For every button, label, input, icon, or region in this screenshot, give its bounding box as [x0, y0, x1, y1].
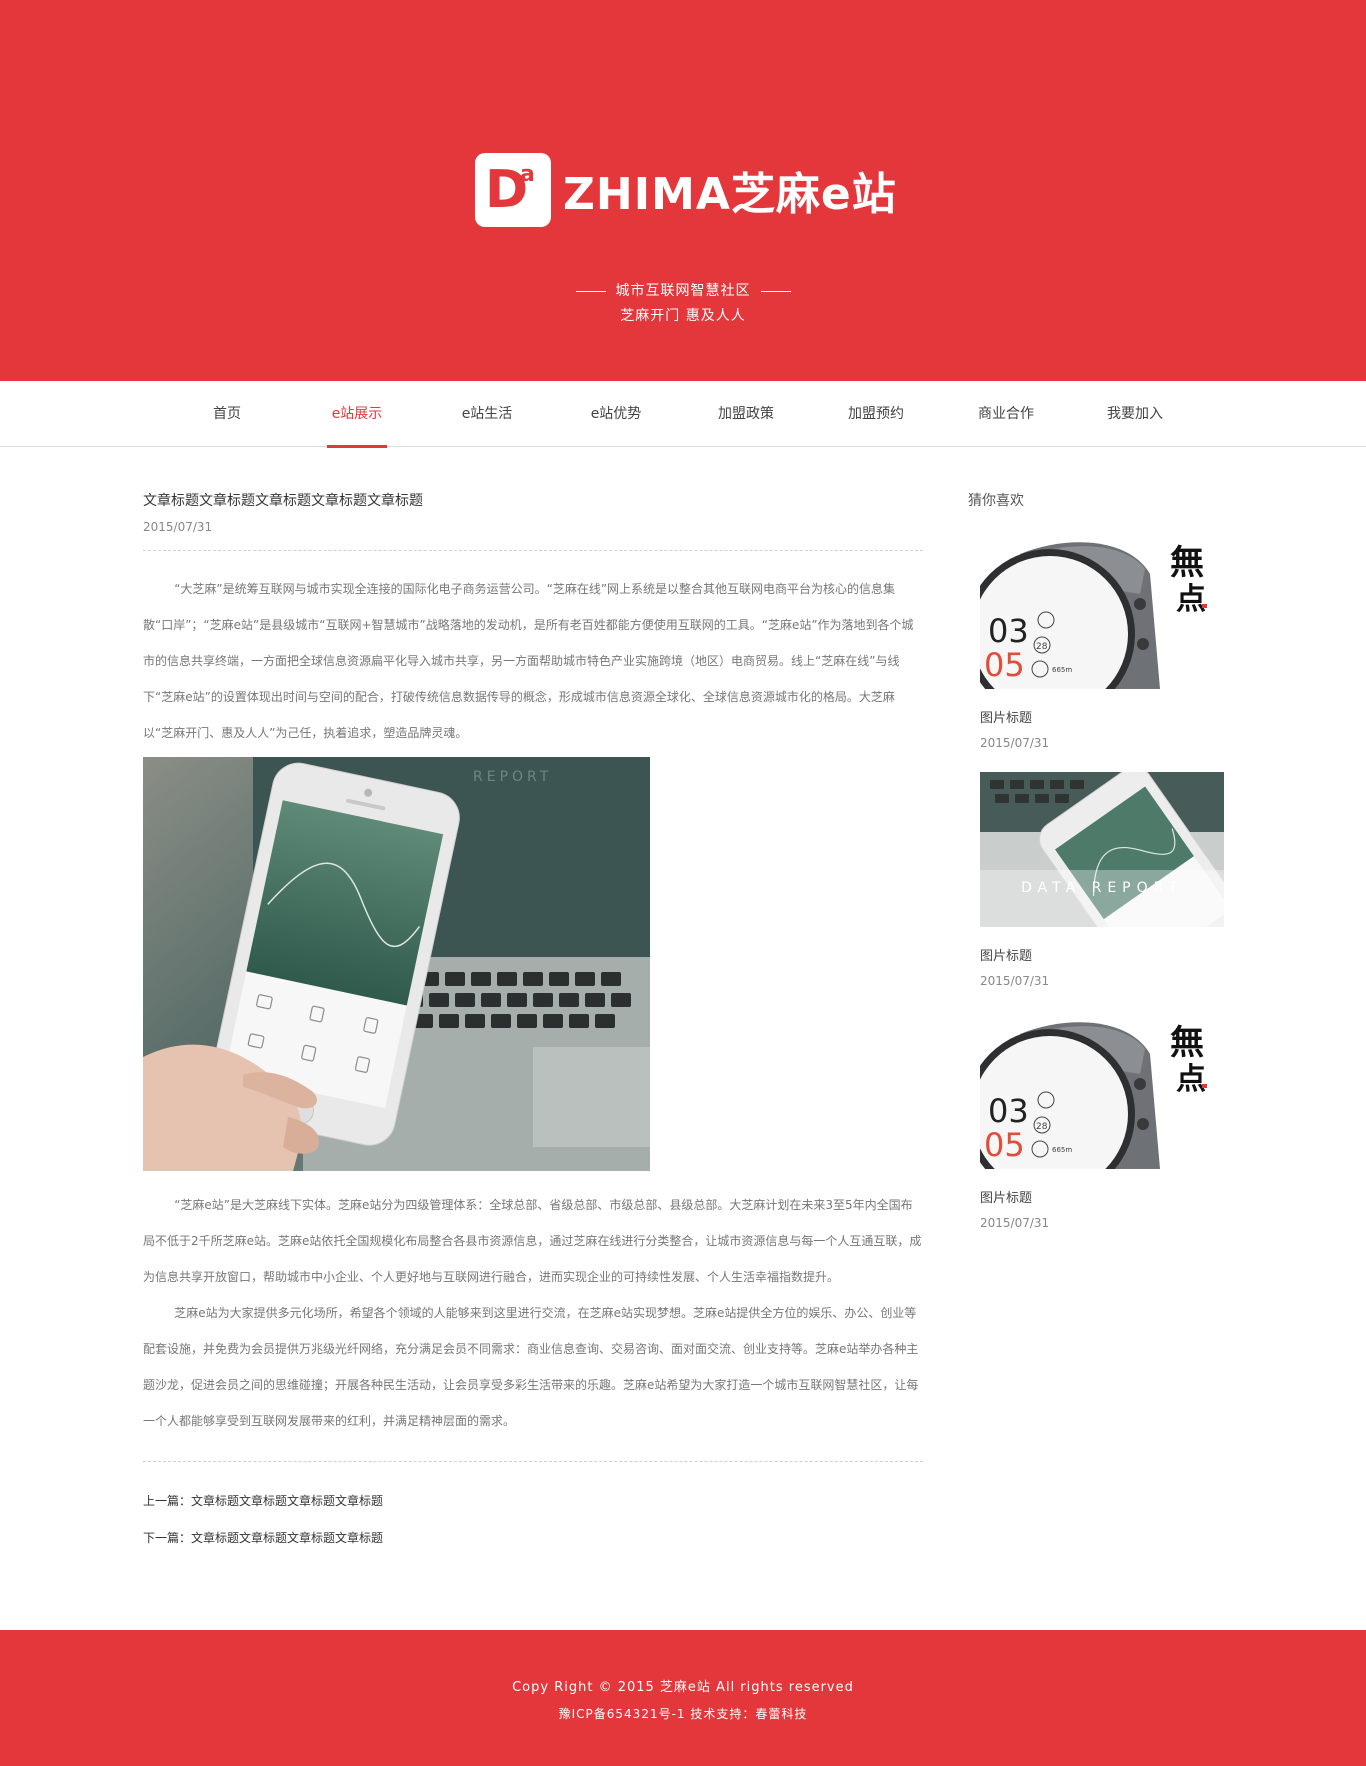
watch-hour-text: 03	[988, 1092, 1029, 1130]
site-footer: Copy Right © 2015 芝麻e站 All rights reserv…	[0, 1630, 1366, 1766]
article-title: 文章标题文章标题文章标题文章标题文章标题	[143, 493, 423, 509]
nav-item-life[interactable]: e站生活	[457, 381, 517, 447]
card-image-report: DATA REPORT	[980, 772, 1224, 927]
watch-date-text: 28	[1036, 642, 1048, 652]
logo-badge-icon: D a	[475, 153, 551, 227]
watch-hour-text: 03	[988, 612, 1029, 650]
recommend-card[interactable]: 03 05 28 665m 無 点 图片标题 2015/07/31	[980, 1014, 1224, 1230]
article-image-phone: REPORT	[143, 757, 650, 1171]
divider	[143, 1461, 923, 1462]
nav-item-home[interactable]: 首页	[197, 381, 257, 447]
footer-icp: 豫ICP备654321号-1 技术支持：春蕾科技	[558, 1707, 808, 1721]
tagline-main: 城市互联网智慧社区	[0, 280, 1366, 300]
nav-item-business[interactable]: 商业合作	[976, 381, 1036, 447]
next-article-link[interactable]: 下一篇：文章标题文章标题文章标题文章标题	[143, 1529, 923, 1546]
header-banner: D a ZHIMA芝麻e站 城市互联网智慧社区 芝麻开门 惠及人人	[0, 0, 1366, 381]
card-date: 2015/07/31	[980, 1216, 1050, 1230]
card-title[interactable]: 图片标题	[980, 945, 1224, 964]
tagline-dash-right	[760, 290, 791, 292]
site-logo[interactable]: D a ZHIMA芝麻e站	[475, 152, 897, 228]
card-title[interactable]: 图片标题	[980, 1187, 1224, 1206]
nav-item-franchise-booking[interactable]: 加盟预约	[846, 381, 906, 447]
card-title[interactable]: 图片标题	[980, 707, 1224, 726]
watch-minute-text: 05	[984, 646, 1025, 684]
article-paragraph: 芝麻e站为大家提供多元化场所，希望各个领域的人能够来到这里进行交流，在芝麻e站实…	[143, 1306, 919, 1428]
nav-item-showcase[interactable]: e站展示	[327, 381, 387, 448]
watch-distance-text: 665m	[1052, 1146, 1072, 1154]
logo-mark-a: a	[520, 162, 535, 187]
card-image-watch: 03 05 28 665m 無 点	[980, 534, 1224, 689]
watch-minute-text: 05	[984, 1126, 1025, 1164]
logo-text: ZHIMA芝麻e站	[563, 169, 897, 220]
sidebar-recommend: 猜你喜欢 03 05 28 665m 無 点 图片标题 2015/07/31 D…	[968, 490, 1228, 1230]
tagline-sub: 芝麻开门 惠及人人	[620, 308, 746, 324]
nav-item-advantage[interactable]: e站优势	[586, 381, 646, 447]
nav-item-franchise-policy[interactable]: 加盟政策	[716, 381, 776, 447]
sidebar-title: 猜你喜欢	[968, 493, 1024, 509]
watch-distance-text: 665m	[1052, 666, 1072, 674]
brush-char-text: 点	[1176, 1062, 1206, 1097]
watch-date-text: 28	[1036, 1122, 1048, 1132]
card-date: 2015/07/31	[980, 736, 1050, 750]
article-paragraph: “芝麻e站”是大芝麻线下实体。芝麻e站分为四级管理体系：全球总部、省级总部、市级…	[143, 1198, 922, 1284]
recommend-card[interactable]: DATA REPORT 图片标题 2015/07/31	[980, 772, 1224, 988]
tagline-dash-left	[575, 290, 606, 292]
card-image-watch: 03 05 28 665m 無 点	[980, 1014, 1224, 1169]
nav-item-join[interactable]: 我要加入	[1105, 381, 1165, 447]
brush-char-text: 点	[1176, 582, 1206, 617]
prev-article-link[interactable]: 上一篇：文章标题文章标题文章标题文章标题	[143, 1492, 923, 1509]
laptop-screen-text: REPORT	[473, 769, 552, 785]
article-date: 2015/07/31	[143, 520, 213, 534]
recommend-card[interactable]: 03 05 28 665m 無 点 图片标题 2015/07/31	[980, 534, 1224, 750]
article-paragraph: “大芝麻”是统筹互联网与城市实现全连接的国际化电子商务运营公司。“芝麻在线”网上…	[143, 582, 914, 740]
brush-char-text: 無	[1170, 543, 1204, 583]
main-nav: 首页 e站展示 e站生活 e站优势 加盟政策 加盟预约 商业合作 我要加入	[0, 381, 1366, 448]
report-overlay-text: DATA REPORT	[1021, 880, 1183, 896]
divider	[143, 550, 923, 551]
brush-char-text: 無	[1170, 1023, 1204, 1063]
article: 文章标题文章标题文章标题文章标题文章标题 2015/07/31 “大芝麻”是统筹…	[143, 490, 923, 1546]
card-date: 2015/07/31	[980, 974, 1050, 988]
footer-copyright: Copy Right © 2015 芝麻e站 All rights reserv…	[512, 1680, 854, 1695]
tagline-main-text: 城市互联网智慧社区	[615, 283, 751, 299]
